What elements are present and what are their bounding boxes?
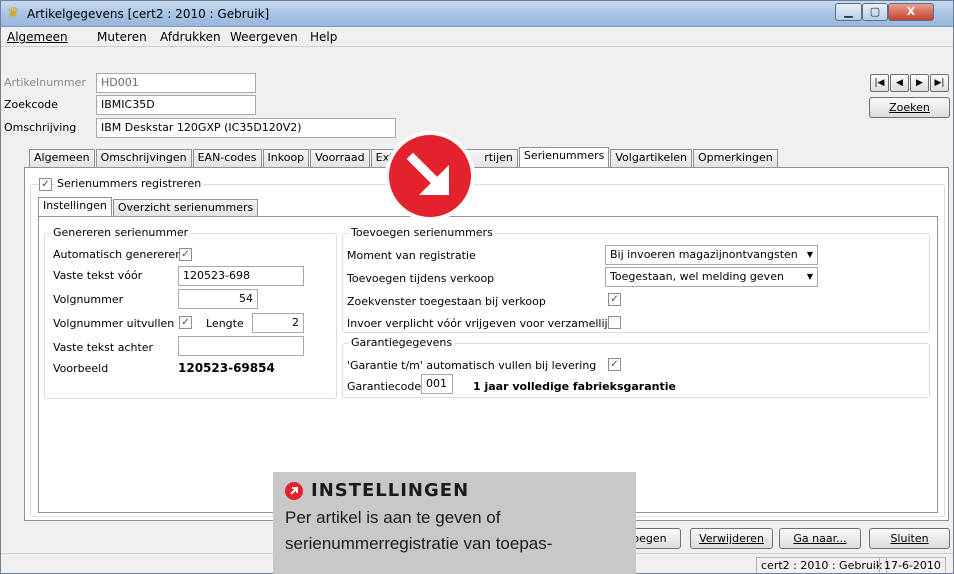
lengte-field[interactable]: 2 [252, 313, 304, 333]
close-button[interactable]: X [888, 3, 934, 21]
verkoop-select[interactable]: Toegestaan, wel melding geven ▼ [605, 267, 818, 287]
register-checkbox[interactable]: ✓ [39, 178, 52, 191]
tab-serienummers[interactable]: Serienummers [518, 147, 610, 167]
tab-omschrijvingen[interactable]: Omschrijvingen [95, 149, 192, 167]
omschrijving-label: Omschrijving [4, 121, 77, 134]
maximize-button[interactable]: ▢ [862, 3, 888, 21]
red-arrow-badge-icon [385, 131, 475, 221]
vaste-tekst-achter-field[interactable] [178, 336, 304, 356]
moment-label: Moment van registratie [347, 249, 476, 262]
next-record-button[interactable]: ▶ [910, 74, 929, 92]
menu-help[interactable]: Help [310, 30, 337, 44]
tab-ean-codes[interactable]: EAN-codes [192, 149, 262, 167]
menu-algemeen[interactable]: Algemeen [7, 30, 68, 44]
register-label: Serienummers registreren [55, 177, 204, 190]
verwijderen-button[interactable]: Verwijderen [690, 528, 773, 549]
voorbeeld-value: 120523-69854 [178, 361, 275, 375]
status-context: cert2 : 2010 : Gebruik [756, 557, 888, 573]
invoer-verplicht-label: Invoer verplicht vóór vrijgeven voor ver… [347, 317, 618, 330]
title-bar[interactable]: ♛ Artikelgegevens [cert2 : 2010 : Gebrui… [1, 1, 953, 27]
callout-heading-text: INSTELLINGEN [311, 480, 470, 501]
tab-inkoop[interactable]: Inkoop [262, 149, 310, 167]
arrow-down-right-icon [406, 152, 450, 196]
garantiecode-description: 1 jaar volledige fabrieksgarantie [473, 380, 676, 393]
zoekvenster-checkbox[interactable]: ✓ [608, 293, 621, 306]
menu-weergeven[interactable]: Weergeven [230, 30, 298, 44]
artikelnummer-label: Artikelnummer [4, 76, 86, 89]
lengte-label: Lengte [206, 317, 244, 330]
previous-record-button[interactable]: ◀ [890, 74, 909, 92]
volgnummer-field[interactable]: 54 [178, 289, 258, 309]
callout-heading: INSTELLINGEN [285, 480, 624, 501]
vaste-tekst-achter-label: Vaste tekst achter [53, 341, 154, 354]
last-record-button[interactable]: ▶| [930, 74, 949, 92]
menu-afdrukken[interactable]: Afdrukken [160, 30, 221, 44]
moment-select-value: Bij invoeren magazijnontvangsten [610, 248, 798, 261]
garantie-auto-checkbox[interactable]: ✓ [608, 358, 621, 371]
tab-instellingen[interactable]: Instellingen [38, 197, 112, 216]
voorbeeld-label: Voorbeeld [53, 362, 109, 375]
volgnummer-label: Volgnummer [53, 293, 124, 306]
menu-bar: Algemeen Muteren Afdrukken Weergeven Hel… [1, 27, 953, 47]
artikelnummer-field[interactable]: HD001 [96, 73, 256, 93]
zoekvenster-label: Zoekvenster toegestaan bij verkoop [347, 295, 546, 308]
omschrijving-field[interactable]: IBM Deskstar 120GXP (IC35D120V2) [96, 118, 396, 138]
callout-body: Per artikel is aan te geven of serienumm… [285, 508, 553, 553]
chevron-down-icon: ▼ [806, 272, 813, 281]
status-date: 17-6-2010 [879, 557, 946, 573]
crown-app-icon: ♛ [7, 5, 20, 21]
moment-select[interactable]: Bij invoeren magazijnontvangsten ▼ [605, 245, 818, 265]
vaste-tekst-voor-field[interactable]: 120523-698 [178, 266, 304, 286]
window-title: Artikelgegevens [cert2 : 2010 : Gebruik] [27, 7, 270, 21]
genereren-title: Genereren serienummer [51, 226, 191, 239]
ga-naar-button[interactable]: Ga naar... [779, 528, 861, 549]
first-record-button[interactable]: |◀ [870, 74, 889, 92]
auto-genereren-label: Automatisch genereren [53, 248, 183, 261]
vaste-tekst-voor-label: Vaste tekst vóór [53, 269, 143, 282]
zoeken-button[interactable]: Zoeken [869, 97, 950, 118]
tab-overzicht-serienummers[interactable]: Overzicht serienummers [112, 199, 259, 216]
garantiecode-label: Garantiecode [347, 380, 422, 393]
garantie-title: Garantiegegevens [349, 336, 455, 349]
chevron-down-icon: ▼ [806, 250, 813, 259]
garantiecode-field[interactable]: 001 [421, 374, 453, 394]
toevoegen-title: Toevoegen serienummers [349, 226, 495, 239]
tab-volgartikelen[interactable]: Volgartikelen [610, 149, 693, 167]
tab-algemeen[interactable]: Algemeen [29, 149, 95, 167]
garantie-auto-label: 'Garantie t/m' automatisch vullen bij le… [347, 359, 597, 372]
auto-genereren-checkbox[interactable]: ✓ [179, 248, 192, 261]
zoekcode-label: Zoekcode [4, 98, 58, 111]
sub-tabs: Instellingen Overzicht serienummers [38, 197, 259, 216]
verkoop-label: Toevoegen tijdens verkoop [347, 272, 495, 285]
invoer-verplicht-checkbox[interactable] [608, 316, 621, 329]
arrow-up-right-icon [285, 481, 303, 500]
verkoop-select-value: Toegestaan, wel melding geven [610, 270, 784, 283]
tab-opmerkingen[interactable]: Opmerkingen [693, 149, 778, 167]
menu-muteren[interactable]: Muteren [97, 30, 147, 44]
zoekcode-field[interactable]: IBMIC35D [96, 95, 256, 115]
minimize-button[interactable]: ▁ [835, 3, 862, 21]
uitvullen-label: Volgnummer uitvullen [53, 317, 175, 330]
uitvullen-checkbox[interactable]: ✓ [179, 316, 192, 329]
tab-voorraad[interactable]: Voorraad [310, 149, 370, 167]
annotation-callout: INSTELLINGEN Per artikel is aan te geven… [273, 472, 636, 574]
sluiten-button[interactable]: Sluiten [869, 528, 950, 549]
